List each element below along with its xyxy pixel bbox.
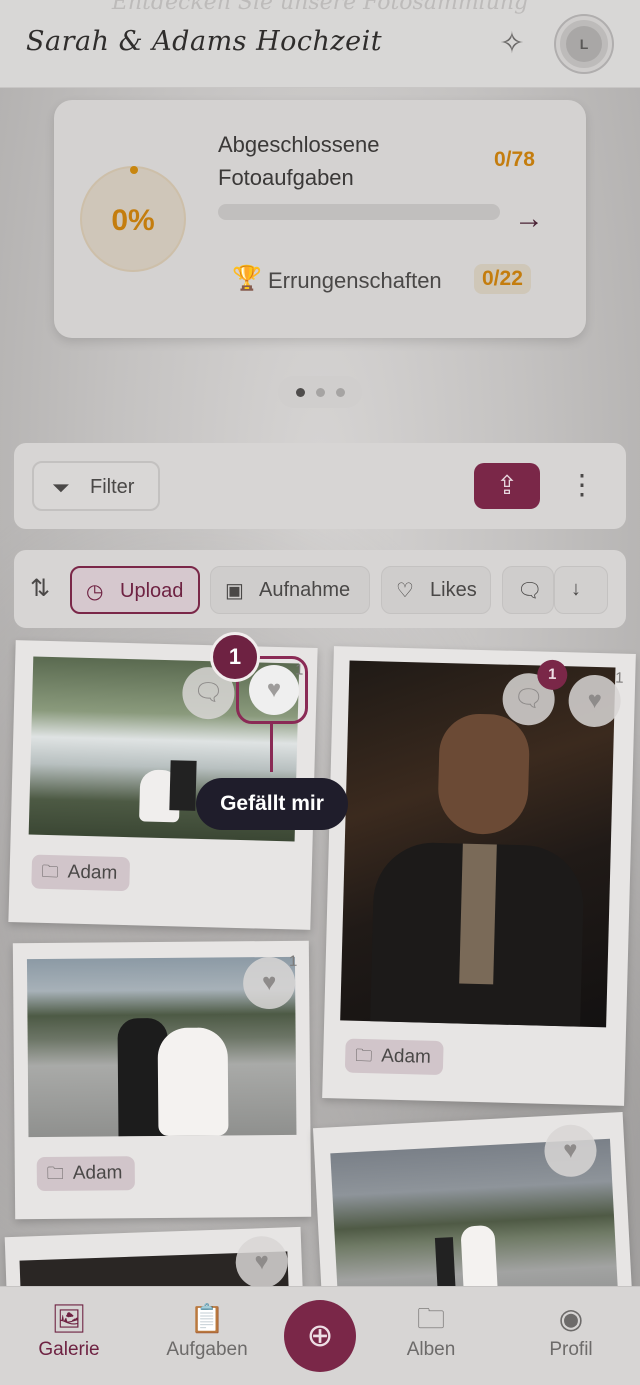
tasks-label: Abgeschlossene Fotoaufgaben bbox=[218, 132, 380, 190]
sort-bar: ⇅ ◷ Upload ▣ Aufnahme ♡ Likes 🗨 ↓ bbox=[14, 550, 626, 628]
like-count: 1 bbox=[288, 952, 298, 970]
sort-order-icon[interactable]: ⇅ bbox=[30, 574, 50, 603]
comment-icon: 🗨 bbox=[192, 678, 225, 707]
sort-chip-label: Likes bbox=[430, 579, 477, 601]
heart-icon: ♥ bbox=[254, 1247, 270, 1276]
arrow-down-icon: ↓ bbox=[571, 578, 581, 600]
nav-item-profil[interactable]: ◉ Profil bbox=[516, 1301, 626, 1361]
tasks-count: 0/78 bbox=[494, 148, 535, 171]
nav-item-label: Galerie bbox=[38, 1339, 100, 1360]
folder-icon: 🗀 bbox=[41, 861, 59, 882]
heart-icon[interactable]: ♥ bbox=[249, 665, 299, 715]
tooltip: Gefällt mir bbox=[196, 778, 348, 830]
heart-icon: ♥ bbox=[562, 1136, 579, 1165]
nav-item-label: Alben bbox=[406, 1339, 456, 1360]
image-icon: ▣ bbox=[225, 580, 244, 602]
carousel-pager[interactable] bbox=[278, 376, 362, 408]
page-title: Sarah & Adams Hochzeit bbox=[26, 26, 383, 57]
album-tag-label: Adam bbox=[67, 861, 118, 884]
progress-percent: 0% bbox=[111, 204, 155, 237]
achievements-label: Errungenschaften bbox=[268, 268, 442, 293]
tasks-progress-bar bbox=[218, 204, 500, 220]
pager-dot[interactable] bbox=[296, 388, 305, 397]
image-icon: 🖼 bbox=[51, 1303, 87, 1334]
pager-dot[interactable] bbox=[316, 388, 325, 397]
avatar[interactable]: L bbox=[556, 16, 612, 72]
sort-chip-label: Upload bbox=[120, 580, 184, 602]
tooltip-connector bbox=[270, 724, 273, 772]
heart-icon: ♡ bbox=[396, 580, 414, 602]
nav-item-aufgaben[interactable]: 📋 Aufgaben bbox=[152, 1301, 262, 1361]
sort-chip-comments[interactable]: 🗨 bbox=[502, 566, 554, 614]
folder-icon: 🗀 bbox=[46, 1163, 64, 1184]
nav-item-alben[interactable]: 🗀 Alben bbox=[376, 1301, 486, 1361]
comment-icon: 🗨 bbox=[513, 684, 545, 713]
arrow-right-icon[interactable]: → bbox=[514, 202, 544, 236]
clipboard-icon: 📋 bbox=[189, 1303, 225, 1334]
nav-item-label: Profil bbox=[549, 1339, 593, 1360]
tutorial-step-badge: 1 bbox=[210, 632, 260, 682]
filter-label: Filter bbox=[90, 476, 135, 498]
nav-item-label: Aufgaben bbox=[166, 1339, 248, 1360]
trophy-icon: 🏆 bbox=[232, 265, 262, 292]
user-circle-icon: ◉ bbox=[558, 1303, 584, 1334]
sort-chip-upload[interactable]: ◷ Upload bbox=[70, 566, 200, 614]
gallery-toolbar: ⏷ Filter ⇪ ⋮ bbox=[14, 443, 626, 529]
folder-icon: 🗀 bbox=[416, 1303, 445, 1334]
plus-icon: ⊕ bbox=[306, 1317, 334, 1353]
sort-direction-button[interactable]: ↓ bbox=[554, 566, 608, 614]
app-header: Entdecken Sie unsere Fotosammlung Sarah … bbox=[0, 0, 640, 88]
like-button[interactable]: ♥ bbox=[242, 956, 296, 1010]
upload-icon: ⇪ bbox=[496, 470, 518, 500]
album-tag[interactable]: 🗀 Adam bbox=[31, 854, 130, 892]
progress-card[interactable]: 0% Abgeschlossene Fotoaufgaben 0/78 → 🏆 … bbox=[54, 100, 586, 338]
photo-card[interactable]: ♥ 1 🗀 Adam bbox=[12, 940, 312, 1220]
background-heading: Entdecken Sie unsere Fotosammlung bbox=[111, 0, 529, 15]
progress-ring-dot bbox=[130, 166, 138, 174]
progress-ring: 0% bbox=[80, 166, 186, 272]
sort-chip-aufnahme[interactable]: ▣ Aufnahme bbox=[210, 566, 370, 614]
photo-card[interactable]: 🗨 1 ♥ 1 🗀 Adam bbox=[322, 646, 636, 1106]
album-tag[interactable]: 🗀 Adam bbox=[344, 1038, 444, 1076]
heart-icon: ♥ bbox=[261, 968, 277, 997]
album-tag-label: Adam bbox=[380, 1045, 432, 1068]
album-tag-label: Adam bbox=[72, 1162, 123, 1184]
upload-button[interactable]: ⇪ bbox=[474, 463, 540, 509]
more-vertical-icon[interactable]: ⋮ bbox=[568, 465, 596, 505]
nav-item-galerie[interactable]: 🖼 Galerie bbox=[14, 1301, 124, 1361]
comment-icon: 🗨 bbox=[517, 580, 543, 602]
heart-icon: ♥ bbox=[587, 686, 603, 715]
sort-chip-label: Aufnahme bbox=[259, 579, 351, 601]
like-count: 1 bbox=[615, 669, 624, 687]
achievements-count: 0/22 bbox=[474, 264, 531, 294]
filter-button[interactable]: ⏷ Filter bbox=[32, 461, 160, 511]
avatar-initial: L bbox=[566, 26, 602, 62]
pager-dot[interactable] bbox=[336, 388, 345, 397]
filter-icon: ⏷ bbox=[52, 475, 70, 500]
sparkles-icon[interactable]: ✧ bbox=[494, 26, 530, 62]
clock-icon: ◷ bbox=[86, 581, 104, 603]
album-tag[interactable]: 🗀 Adam bbox=[36, 1156, 135, 1192]
add-button[interactable]: ⊕ bbox=[284, 1300, 356, 1372]
sort-chip-likes[interactable]: ♡ Likes bbox=[381, 566, 491, 614]
folder-icon: 🗀 bbox=[355, 1045, 373, 1066]
